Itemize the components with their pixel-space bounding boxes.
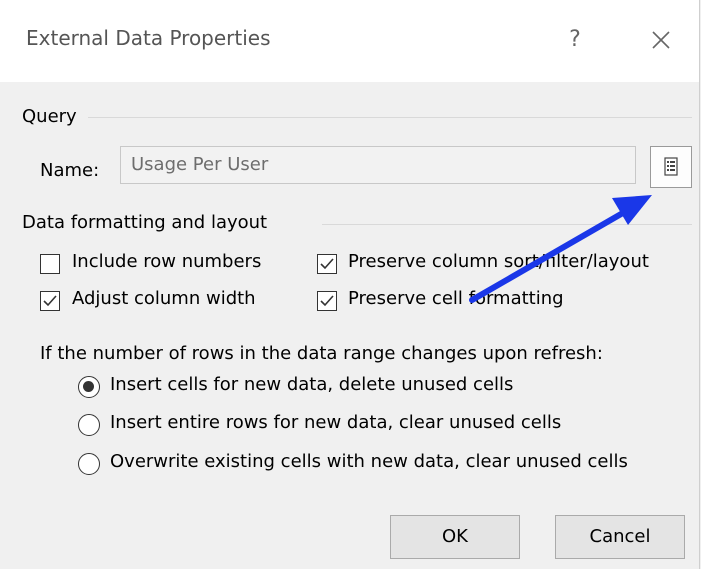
include-row-numbers-label: Include row numbers	[72, 251, 262, 272]
include-row-numbers-checkbox[interactable]	[40, 254, 60, 274]
query-properties-button[interactable]	[650, 146, 692, 188]
overwrite-cells-label: Overwrite existing cells with new data, …	[110, 451, 628, 472]
preserve-cell-formatting-label: Preserve cell formatting	[348, 288, 564, 309]
insert-rows-radio[interactable]	[78, 414, 100, 436]
title-bar: External Data Properties ?	[0, 0, 700, 82]
name-label: Name:	[40, 160, 100, 181]
query-properties-icon	[664, 157, 678, 176]
preserve-sort-filter-checkbox[interactable]	[317, 254, 337, 274]
external-data-properties-dialog: External Data Properties ? Query Name: U…	[0, 0, 700, 569]
query-group-label: Query	[22, 106, 77, 127]
refresh-prompt: If the number of rows in the data range …	[40, 343, 603, 364]
formatting-group-label: Data formatting and layout	[22, 212, 268, 233]
insert-rows-label: Insert entire rows for new data, clear u…	[110, 412, 562, 433]
query-separator	[88, 117, 692, 118]
name-field[interactable]: Usage Per User	[120, 146, 636, 184]
checkmark-icon	[43, 295, 57, 307]
adjust-column-width-label: Adjust column width	[72, 288, 256, 309]
preserve-sort-filter-label: Preserve column sort/filter/layout	[348, 251, 649, 272]
dialog-title: External Data Properties	[26, 26, 271, 50]
insert-cells-label: Insert cells for new data, delete unused…	[110, 374, 514, 395]
checkmark-icon	[320, 295, 334, 307]
ok-button[interactable]: OK	[390, 515, 520, 559]
help-button[interactable]: ?	[555, 22, 595, 58]
cancel-button[interactable]: Cancel	[555, 515, 685, 559]
checkmark-icon	[320, 258, 334, 270]
radio-selected-dot	[83, 381, 94, 392]
close-icon	[652, 31, 670, 49]
dialog-border	[699, 0, 700, 569]
close-button[interactable]	[641, 22, 681, 58]
adjust-column-width-checkbox[interactable]	[40, 291, 60, 311]
annotation-arrow	[469, 195, 652, 303]
overwrite-cells-radio[interactable]	[78, 453, 100, 475]
formatting-separator	[322, 224, 692, 225]
preserve-cell-formatting-checkbox[interactable]	[317, 291, 337, 311]
insert-cells-radio[interactable]	[78, 376, 100, 398]
